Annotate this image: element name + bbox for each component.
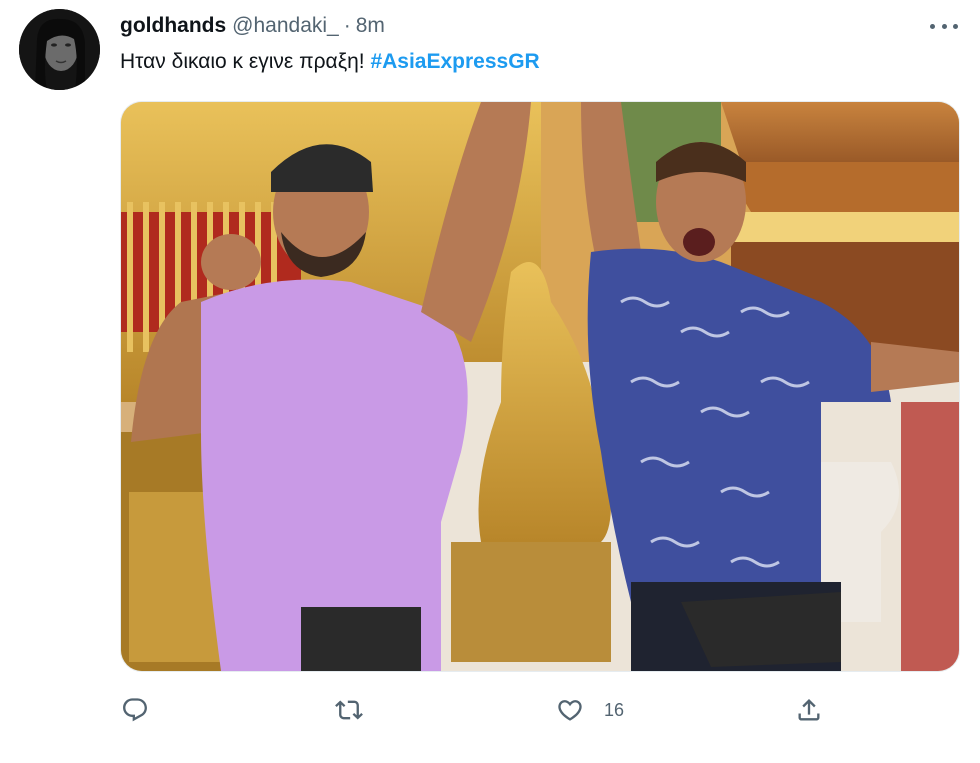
display-name[interactable]: goldhands	[120, 14, 226, 38]
hashtag-link[interactable]: #AsiaExpressGR	[370, 50, 539, 73]
timestamp[interactable]: 8m	[356, 14, 385, 38]
heart-icon	[558, 700, 582, 721]
tweet-header: goldhands @handaki_ · 8m	[120, 14, 385, 42]
retweet-icon	[335, 700, 363, 720]
share-icon	[798, 699, 820, 721]
like-count: 16	[604, 699, 625, 720]
tweet-text: Ηταν δικαιο κ εγινε πραξη! #AsiaExpressG…	[120, 50, 540, 74]
avatar[interactable]	[19, 9, 100, 90]
tweet-photo[interactable]	[120, 101, 960, 672]
reply-button[interactable]	[121, 690, 149, 730]
separator-dot: ·	[343, 14, 351, 37]
retweet-button[interactable]	[335, 690, 363, 730]
share-button[interactable]	[795, 690, 823, 730]
tweet: goldhands @handaki_ · 8m Ηταν δικαιο κ ε…	[0, 0, 980, 763]
tweet-body: Ηταν δικαιο κ εγινε πραξη!	[120, 50, 365, 73]
user-handle[interactable]: @handaki_	[232, 14, 339, 38]
tweet-actions: 16	[0, 690, 980, 730]
like-button[interactable]: 16	[556, 690, 624, 730]
more-options-icon[interactable]	[930, 20, 958, 32]
reply-icon	[123, 698, 147, 722]
